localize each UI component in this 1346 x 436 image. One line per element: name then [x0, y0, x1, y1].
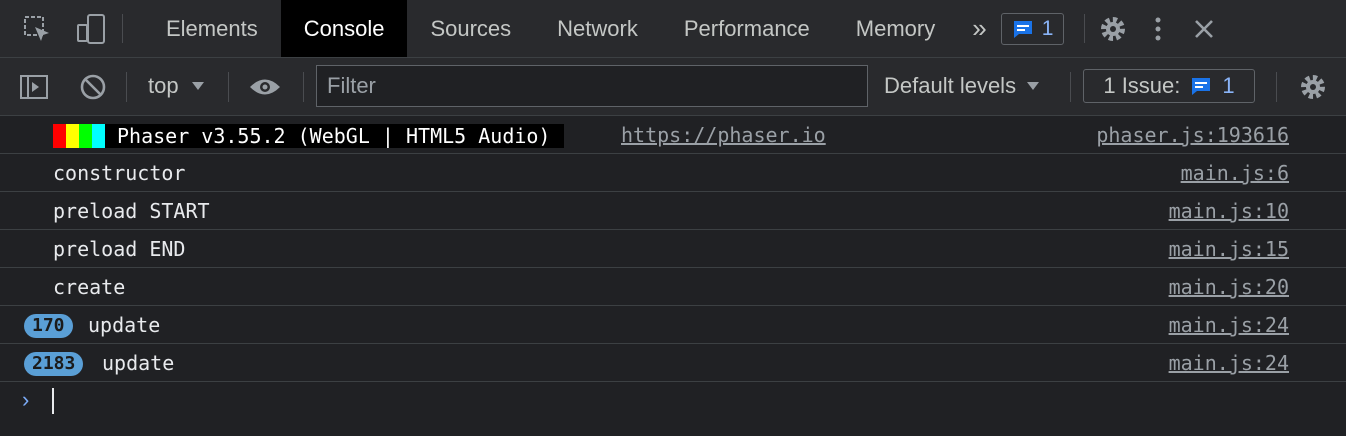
banner-stripe: [66, 124, 79, 148]
phaser-banner-text: Phaser v3.55.2 (WebGL | HTML5 Audio): [105, 124, 565, 148]
more-options-icon[interactable]: [1141, 0, 1175, 57]
device-toolbar-icon[interactable]: [74, 0, 108, 57]
dropdown-arrow-icon: [191, 82, 204, 90]
clear-console-icon[interactable]: [78, 72, 108, 102]
messages-count: 1: [1041, 17, 1054, 40]
issues-label: 1 Issue:: [1103, 73, 1181, 98]
console-row: preload END main.js:15: [0, 230, 1346, 268]
console-row-grouped: 170 update main.js:24: [0, 306, 1346, 344]
source-link[interactable]: main.js:20: [1169, 268, 1289, 306]
message-icon: [1192, 78, 1211, 95]
issues-button[interactable]: 1 Issue: 1: [1083, 69, 1255, 103]
console-row: constructor main.js:6: [0, 154, 1346, 192]
context-label: top: [148, 73, 179, 98]
repeat-count-badge: 2183: [24, 352, 84, 376]
console-toolbar: top Filter Default levels 1 Issue: 1: [0, 58, 1346, 116]
phaser-banner: Phaser v3.55.2 (WebGL | HTML5 Audio): [53, 124, 565, 148]
console-message: preload START: [53, 199, 210, 223]
more-tabs-button[interactable]: »: [958, 0, 1000, 57]
log-levels-dropdown[interactable]: Default levels: [884, 58, 1040, 114]
dropdown-arrow-icon: [1027, 82, 1040, 90]
console-message: update: [88, 313, 161, 337]
tab-console[interactable]: Console: [280, 0, 408, 57]
divider: [228, 72, 229, 102]
levels-label: Default levels: [884, 73, 1017, 98]
filter-input[interactable]: Filter: [316, 65, 868, 107]
message-icon: [1013, 21, 1032, 38]
phaser-link[interactable]: https://phaser.io: [621, 116, 826, 154]
console-row-phaser: Phaser v3.55.2 (WebGL | HTML5 Audio) htt…: [0, 116, 1346, 154]
console-prompt[interactable]: ›: [0, 382, 1346, 422]
context-selector[interactable]: top: [148, 58, 205, 114]
console-settings-gear-icon[interactable]: [1296, 71, 1330, 103]
source-link[interactable]: main.js:6: [1181, 154, 1289, 192]
messages-counter-button[interactable]: 1: [1000, 13, 1065, 45]
console-message: update: [102, 351, 175, 375]
console-row-grouped: 2183 update main.js:24: [0, 344, 1346, 382]
inspect-element-icon[interactable]: [0, 0, 74, 57]
console-message: constructor: [53, 161, 186, 185]
source-link[interactable]: main.js:24: [1169, 344, 1289, 382]
text-caret: [52, 388, 54, 414]
settings-gear-icon[interactable]: [1085, 0, 1141, 57]
issues-count: 1: [1222, 73, 1235, 98]
divider: [1276, 72, 1277, 102]
source-link[interactable]: main.js:10: [1169, 192, 1289, 230]
source-link[interactable]: main.js:15: [1169, 230, 1289, 268]
source-link[interactable]: phaser.js:193616: [1096, 116, 1289, 154]
banner-stripe: [92, 124, 105, 148]
console-message: preload END: [53, 237, 186, 261]
tab-performance[interactable]: Performance: [661, 0, 833, 57]
tab-elements[interactable]: Elements: [143, 0, 281, 57]
tab-memory[interactable]: Memory: [833, 0, 958, 57]
prompt-chevron-icon: ›: [22, 387, 30, 412]
divider: [1070, 72, 1071, 102]
devtools-tabbar: Elements Console Sources Network Perform…: [0, 0, 1346, 58]
sidebar-toggle-icon[interactable]: [18, 72, 50, 102]
repeat-count-badge: 170: [24, 314, 73, 338]
tab-network[interactable]: Network: [534, 0, 661, 57]
banner-stripe: [53, 124, 66, 148]
console-row: create main.js:20: [0, 268, 1346, 306]
console-messages: Phaser v3.55.2 (WebGL | HTML5 Audio) htt…: [0, 116, 1346, 422]
source-link[interactable]: main.js:24: [1169, 306, 1289, 344]
console-message: create: [53, 275, 126, 299]
live-expression-eye-icon[interactable]: [246, 72, 284, 102]
tab-sources[interactable]: Sources: [407, 0, 534, 57]
console-row: preload START main.js:10: [0, 192, 1346, 230]
close-icon[interactable]: [1175, 0, 1233, 57]
banner-stripe: [79, 124, 92, 148]
divider: [303, 72, 304, 102]
divider: [126, 72, 127, 102]
